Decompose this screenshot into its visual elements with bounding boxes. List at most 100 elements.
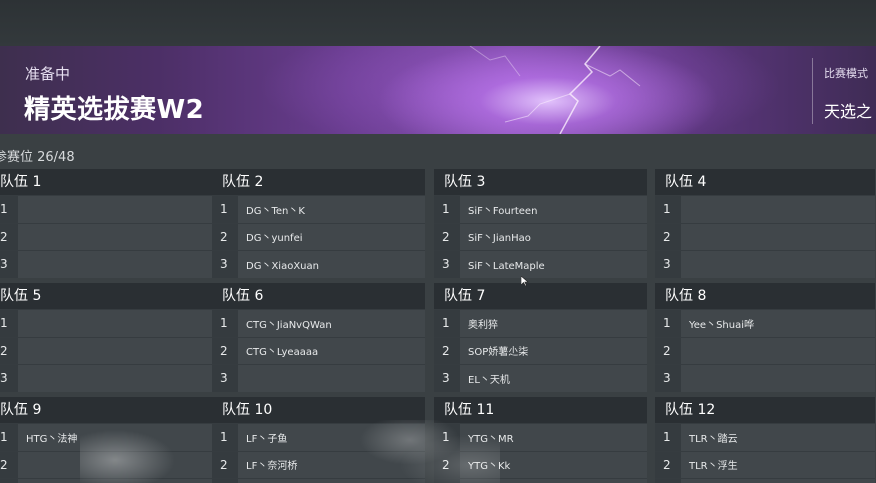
- slot-number: 1: [434, 424, 460, 451]
- match-banner: 准备中 精英选拔赛W2 比赛模式 天选之: [0, 46, 876, 134]
- player-name: LF丶子鱼: [246, 433, 288, 445]
- team-name: 队伍 11: [434, 397, 647, 423]
- slot-number: 1: [434, 196, 460, 223]
- player-slot[interactable]: 2: [0, 336, 213, 365]
- slot-number: 2: [655, 223, 681, 251]
- slot-number: 3: [212, 251, 238, 278]
- player-slot[interactable]: 1: [0, 195, 213, 223]
- player-slot[interactable]: 2: [0, 222, 213, 251]
- player-slot[interactable]: 3: [655, 478, 875, 483]
- player-slot[interactable]: 3: [0, 478, 213, 483]
- player-slot[interactable]: 3: [655, 364, 875, 392]
- player-slot[interactable]: 1 HTG丶法神: [0, 423, 213, 451]
- team-card[interactable]: 队伍 2 1 DG丶Ten丶K 2 DG丶yunfei 3 DG丶XiaoXuan: [212, 169, 425, 278]
- slot-number: 2: [212, 223, 238, 251]
- player-slot[interactable]: 1 LF丶子鱼: [212, 423, 425, 451]
- player-slot[interactable]: 2 LF丶奈河桥: [212, 450, 425, 479]
- player-slot[interactable]: 2 CTG丶Lyeaaaa: [212, 336, 425, 365]
- player-slot[interactable]: 1 CTG丶JiaNvQWan: [212, 309, 425, 337]
- team-name: 队伍 9: [0, 397, 213, 423]
- player-name: LF丶奈河桥: [246, 461, 298, 473]
- team-card[interactable]: 队伍 5123: [0, 283, 213, 392]
- player-slot[interactable]: 3 DG丶XiaoXuan: [212, 250, 425, 278]
- team-card[interactable]: 队伍 121 TLR丶踏云 2 TLR丶浮生 3: [655, 397, 875, 483]
- slot-number: 3: [434, 365, 460, 392]
- team-name: 队伍 5: [0, 283, 213, 309]
- team-card[interactable]: 队伍 8 1 Yee丶Shuai哗 2 3: [655, 283, 875, 392]
- team-card[interactable]: 队伍 111 YTG丶MR 2 YTG丶Kk 3: [434, 397, 647, 483]
- slot-number: 3: [0, 479, 18, 483]
- player-slot[interactable]: 3: [655, 250, 875, 278]
- player-name: TLR丶浮生: [689, 461, 738, 473]
- slot-number: 1: [655, 310, 681, 337]
- team-card[interactable]: 队伍 4123: [655, 169, 875, 278]
- player-name: CTG丶JiaNvQWan: [246, 319, 332, 331]
- team-card[interactable]: 队伍 101 LF丶子鱼 2 LF丶奈河桥 3: [212, 397, 425, 483]
- team-card[interactable]: 队伍 7 1 奥利猝 2 SOP娇薯尐柒 3 EL丶天机: [434, 283, 647, 392]
- slot-number: 2: [0, 223, 18, 251]
- player-slot[interactable]: 3: [0, 364, 213, 392]
- mouse-cursor-icon: [521, 276, 529, 286]
- slot-number: 2: [0, 337, 18, 365]
- team-card[interactable]: 队伍 1123: [0, 169, 213, 278]
- player-slot[interactable]: 2: [655, 336, 875, 365]
- slot-number: 3: [0, 365, 18, 392]
- slot-number: 1: [0, 196, 18, 223]
- team-name: 队伍 10: [212, 397, 425, 423]
- player-slot[interactable]: 2 YTG丶Kk: [434, 450, 647, 479]
- team-name: 队伍 2: [212, 169, 425, 195]
- team-name: 队伍 1: [0, 169, 213, 195]
- team-name: 队伍 4: [655, 169, 875, 195]
- slot-number: 1: [212, 424, 238, 451]
- slot-number: 1: [434, 310, 460, 337]
- player-slot[interactable]: 1 YTG丶MR: [434, 423, 647, 451]
- player-name: DG丶yunfei: [246, 233, 303, 245]
- player-slot[interactable]: 2 DG丶yunfei: [212, 222, 425, 251]
- player-name: YTG丶Kk: [468, 461, 511, 473]
- team-card[interactable]: 队伍 3 1 SiF丶Fourteen 2 SiF丶JianHao 3 SiF丶LateMa…: [434, 169, 647, 278]
- player-slot[interactable]: 1 奥利猝: [434, 309, 647, 337]
- slot-number: 3: [655, 479, 681, 483]
- player-slot[interactable]: 1 Yee丶Shuai哗: [655, 309, 875, 337]
- slots-count: 参赛位 26/48: [0, 150, 75, 165]
- player-slot[interactable]: 1 DG丶Ten丶K: [212, 195, 425, 223]
- player-name: SiF丶Fourteen: [468, 205, 538, 217]
- match-title: 精英选拔赛W2: [24, 95, 205, 125]
- player-slot[interactable]: 1: [655, 195, 875, 223]
- slot-number: 1: [0, 424, 18, 451]
- match-mode-value: 天选之: [824, 102, 873, 121]
- player-name: 奥利猝: [468, 319, 498, 331]
- player-slot[interactable]: 1 TLR丶踏云: [655, 423, 875, 451]
- player-slot[interactable]: 1: [0, 309, 213, 337]
- player-slot[interactable]: 3: [434, 478, 647, 483]
- player-slot[interactable]: 3: [212, 364, 425, 392]
- slot-number: 1: [655, 196, 681, 223]
- team-name: 队伍 7: [434, 283, 647, 309]
- player-name: DG丶Ten丶K: [246, 205, 305, 217]
- team-name: 队伍 6: [212, 283, 425, 309]
- player-slot[interactable]: 3: [212, 478, 425, 483]
- team-card[interactable]: 队伍 91 HTG丶法神 23: [0, 397, 213, 483]
- match-mode-label: 比赛模式: [824, 67, 868, 80]
- player-slot[interactable]: 2: [0, 450, 213, 479]
- team-name: 队伍 3: [434, 169, 647, 195]
- slot-number: 2: [655, 451, 681, 479]
- banner-divider: [812, 58, 813, 124]
- slot-number: 3: [212, 479, 238, 483]
- slot-number: 1: [0, 310, 18, 337]
- slot-number: 3: [655, 251, 681, 278]
- player-slot[interactable]: 3: [0, 250, 213, 278]
- slot-number: 1: [212, 310, 238, 337]
- player-slot[interactable]: 1 SiF丶Fourteen: [434, 195, 647, 223]
- slot-number: 1: [655, 424, 681, 451]
- team-card[interactable]: 队伍 6 1 CTG丶JiaNvQWan 2 CTG丶Lyeaaaa 3: [212, 283, 425, 392]
- player-name: TLR丶踏云: [689, 433, 738, 445]
- player-slot[interactable]: 2 SiF丶JianHao: [434, 222, 647, 251]
- player-name: SiF丶JianHao: [468, 233, 531, 245]
- player-slot[interactable]: 3 SiF丶LateMaple: [434, 250, 647, 278]
- player-slot[interactable]: 3 EL丶天机: [434, 364, 647, 392]
- player-slot[interactable]: 2 SOP娇薯尐柒: [434, 336, 647, 365]
- player-slot[interactable]: 2: [655, 222, 875, 251]
- player-slot[interactable]: 2 TLR丶浮生: [655, 450, 875, 479]
- slot-number: 3: [655, 365, 681, 392]
